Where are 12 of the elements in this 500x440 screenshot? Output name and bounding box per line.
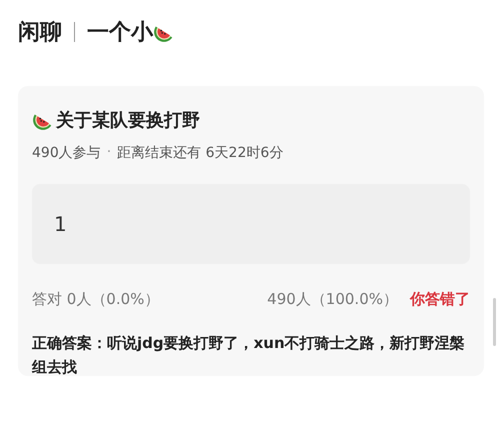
correct-stat: 答对 0人（0.0%）: [32, 290, 160, 309]
result-label: 你答错了: [410, 290, 470, 309]
wrong-stat: 490人（100.0%）: [267, 290, 398, 309]
participant-count: 490人参与: [32, 144, 101, 162]
question-title: 关于某队要换打野: [56, 109, 200, 132]
deadline-text: 距离结束还有 6天22时6分: [117, 144, 284, 162]
solution-text: 正确答案：听说jdg要换打野了，xun不打骑士之路，新打野涅槃组去找: [32, 333, 466, 378]
channel-name: 闲聊: [18, 19, 62, 47]
page-title: 一个小: [87, 19, 153, 47]
separator-dot: ·: [106, 144, 112, 162]
answer-text: 1: [54, 212, 67, 236]
scrollbar: [493, 298, 496, 346]
